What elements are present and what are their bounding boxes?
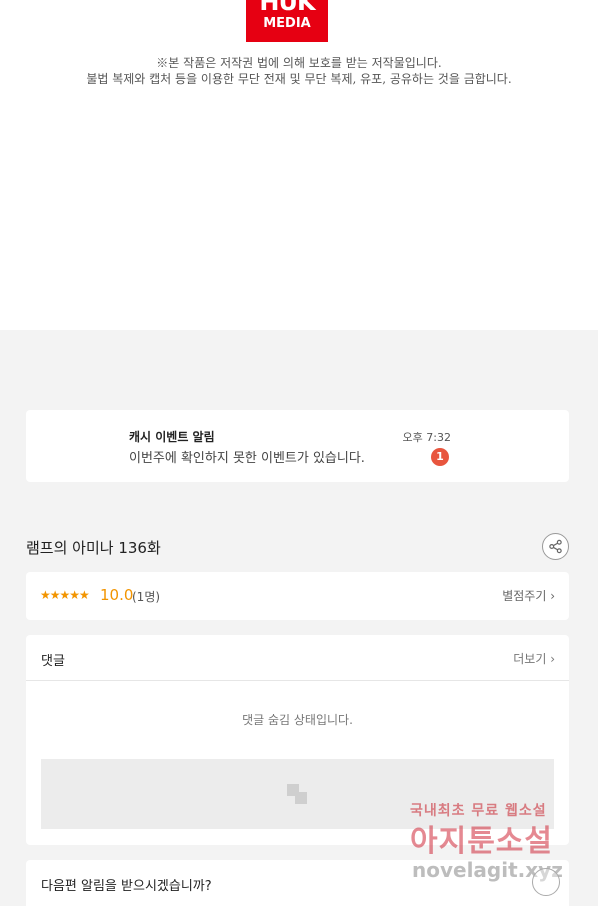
star-rating-icon: ★★★★★ — [40, 588, 90, 602]
site-watermark: 국내최초 무료 웹소설 아지툰소설 novelagit.xyz — [410, 800, 590, 890]
rating-bar: ★★★★★ 10.0 (1명) 별점주기 › — [26, 572, 569, 620]
next-episode-alert-question: 다음편 알림을 받으시겠습니까? — [41, 879, 212, 894]
notification-count-badge: 1 — [431, 448, 449, 466]
notification-text: 이번주에 확인하지 못한 이벤트가 있습니다. — [129, 451, 365, 466]
copyright-notice-line1: ※본 작품은 저작권 법에 의해 보호를 받는 저작물입니다. — [156, 56, 442, 70]
episode-title: 램프의 아미나 136화 — [26, 539, 161, 557]
rating-count: (1명) — [132, 590, 161, 604]
logo-text-top: HUK — [259, 0, 315, 16]
comments-hidden-message: 댓글 숨김 상태입니다. — [242, 713, 353, 727]
notification-title: 캐시 이벤트 알림 — [129, 430, 215, 444]
comments-more-link[interactable]: 더보기 › — [513, 650, 555, 667]
share-button[interactable] — [542, 533, 569, 560]
image-placeholder-icon — [287, 784, 307, 804]
notification-time: 오후 7:32 — [402, 431, 451, 444]
rate-button[interactable]: 별점주기 › — [502, 587, 555, 604]
content-area: HUK MEDIA ※본 작품은 저작권 법에 의해 보호를 받는 저작물입니다… — [0, 0, 598, 330]
logo-text-bottom: MEDIA — [263, 16, 311, 31]
rating-score: 10.0 — [100, 586, 134, 604]
divider — [26, 680, 569, 681]
watermark-line2: 아지툰소설 — [410, 824, 553, 859]
copyright-notice-line2: 불법 복제와 캡처 등을 이용한 무단 전재 및 무단 복제, 유포, 공유하는… — [86, 72, 512, 86]
share-icon — [549, 539, 562, 554]
comments-title: 댓글 — [41, 654, 65, 669]
publisher-logo: HUK MEDIA — [246, 0, 328, 42]
scroll-top-icon[interactable] — [532, 868, 560, 896]
cash-event-notification[interactable]: 캐시 이벤트 알림 이번주에 확인하지 못한 이벤트가 있습니다. 오후 7:3… — [26, 410, 569, 482]
